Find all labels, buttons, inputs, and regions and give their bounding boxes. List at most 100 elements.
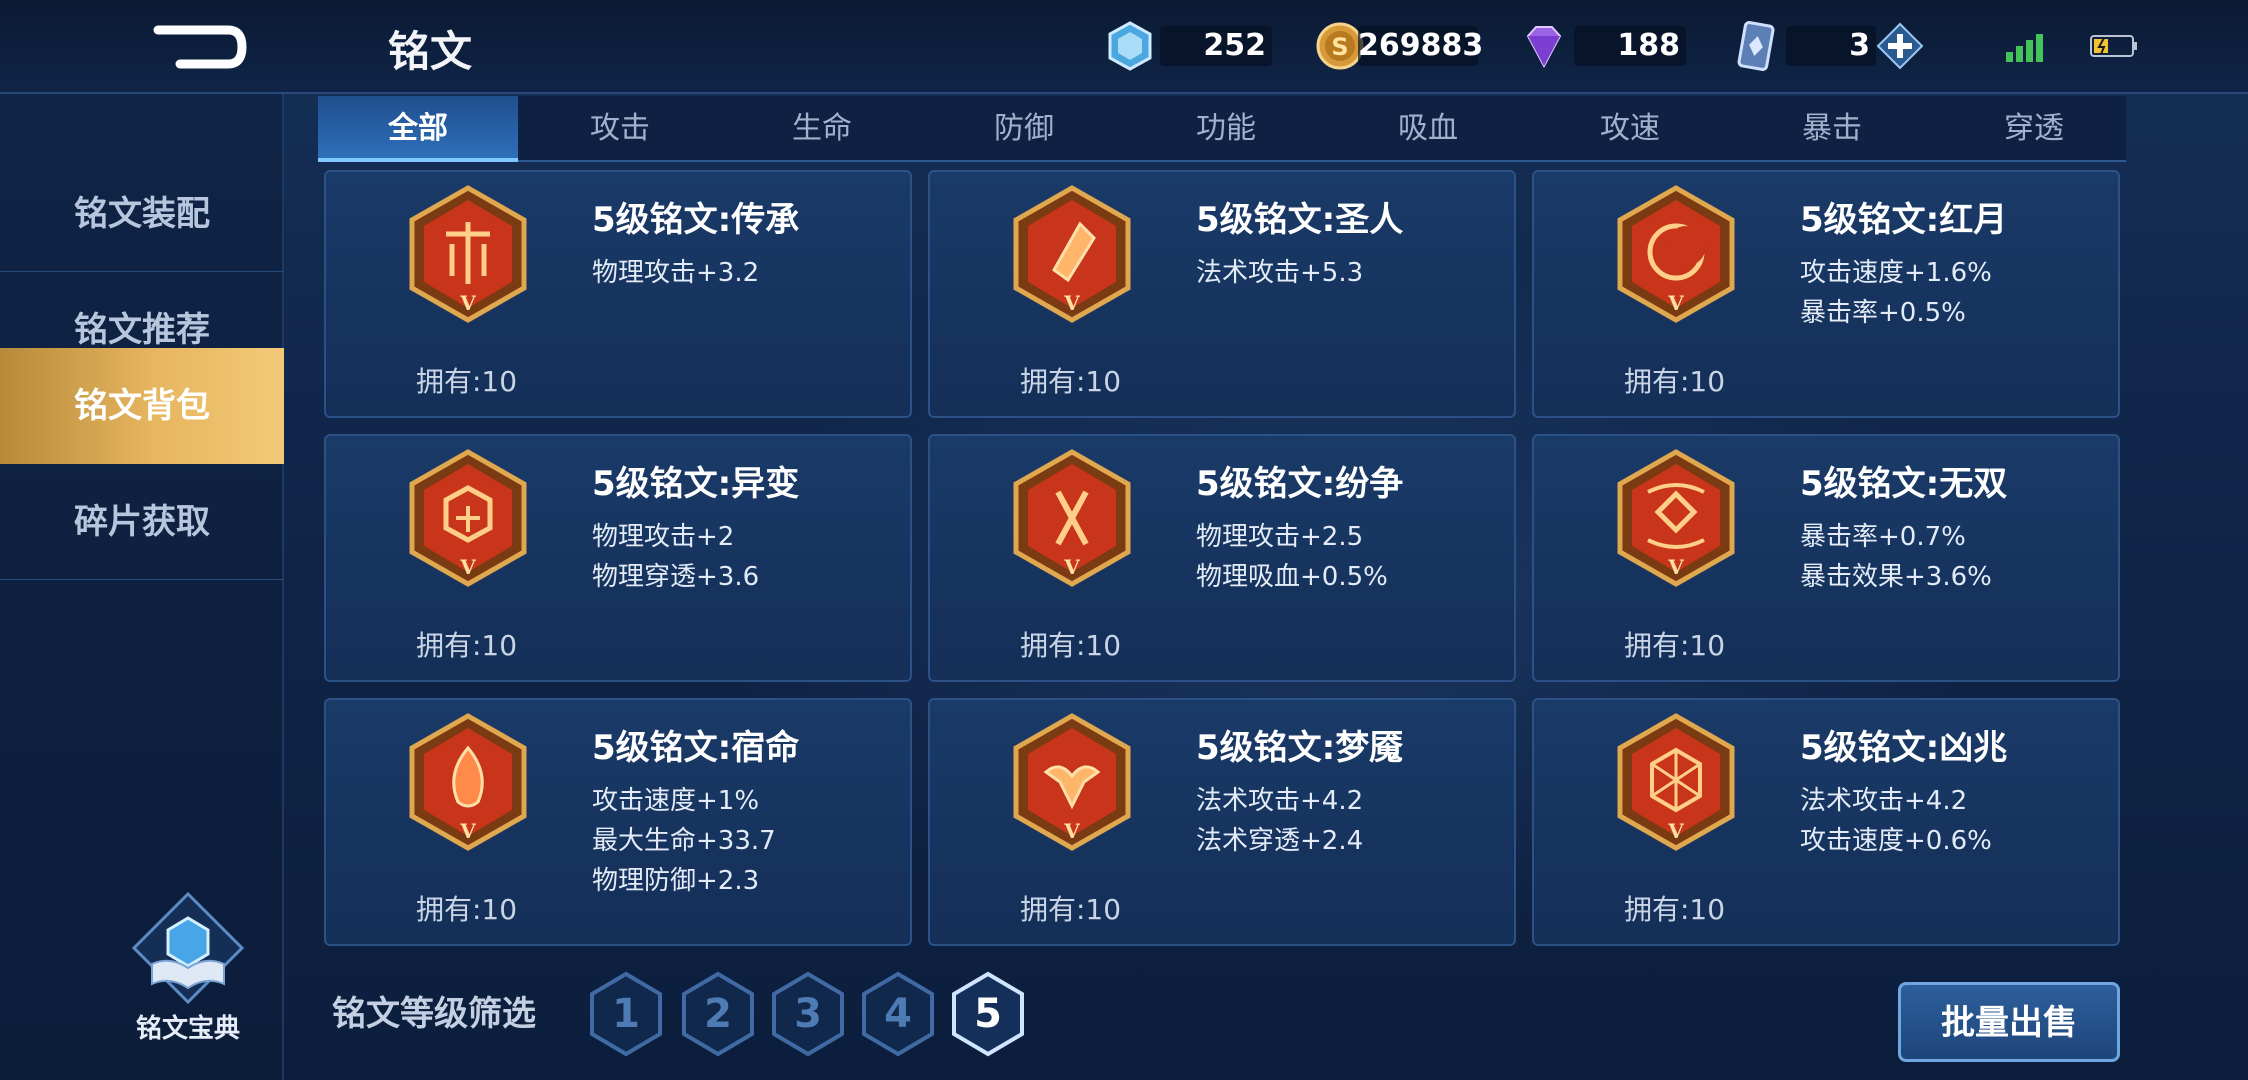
codex-button[interactable]: 铭文宝典 <box>118 890 258 1070</box>
rune-stat: 物理防御+2.3 <box>592 866 760 896</box>
owned-count: 拥有:10 <box>1624 365 1726 398</box>
signal-icon <box>2006 34 2043 62</box>
rune-emblem-icon: V <box>1013 713 1131 851</box>
crystal-count: 252 <box>1160 26 1272 66</box>
rune-name: 5级铭文:纷争 <box>1196 464 1404 504</box>
owned-count: 拥有:10 <box>416 893 518 926</box>
back-arrow-icon[interactable] <box>150 20 250 74</box>
rune-stat: 法术攻击+4.2 <box>1800 786 1968 816</box>
rune-card[interactable]: V 5级铭文:异变 物理攻击+2 物理穿透+3.6 拥有:10 <box>324 434 912 682</box>
rune-stat: 物理穿透+3.6 <box>592 562 760 592</box>
rune-emblem-icon: V <box>409 449 527 587</box>
rune-stat: 法术攻击+4.2 <box>1196 786 1364 816</box>
gold-count: 269883 <box>1358 26 1483 66</box>
card-ticket-icon <box>1737 21 1775 71</box>
ticket-count: 3 <box>1786 26 1876 66</box>
svg-text:S: S <box>1331 33 1348 61</box>
codex-label: 铭文宝典 <box>135 1014 240 1044</box>
level-numeral: V <box>1667 291 1684 315</box>
level-filter-5[interactable]: 5 <box>948 970 1028 1058</box>
rune-stat: 暴击率+0.5% <box>1800 298 1966 328</box>
page-title: 铭文 <box>388 27 473 76</box>
rune-stat: 暴击率+0.7% <box>1800 522 1966 552</box>
rune-name: 5级铭文:红月 <box>1800 200 2008 240</box>
rune-stat: 物理攻击+2 <box>592 522 735 552</box>
rune-card[interactable]: V 5级铭文:宿命 攻击速度+1% 最大生命+33.7 物理防御+2.3 拥有:… <box>324 698 912 946</box>
level-filter-2[interactable]: 2 <box>678 970 758 1058</box>
sidebar-item-equip[interactable]: 铭文装配 <box>0 156 284 272</box>
level-numeral: V <box>1667 555 1684 579</box>
rune-stat: 物理吸血+0.5% <box>1196 562 1388 592</box>
plus-icon[interactable] <box>1876 22 1924 70</box>
level-numeral: V <box>1063 819 1080 843</box>
tab-all[interactable]: 全部 <box>318 96 518 162</box>
rune-card[interactable]: V 5级铭文:梦魇 法术攻击+4.2 法术穿透+2.4 拥有:10 <box>928 698 1516 946</box>
currency-crystal: 252 <box>1104 20 1272 72</box>
rune-emblem-icon: V <box>409 713 527 851</box>
rune-card[interactable]: V 5级铭文:无双 暴击率+0.7% 暴击效果+3.6% 拥有:10 <box>1532 434 2120 682</box>
sidebar-item-fragments[interactable]: 碎片获取 <box>0 464 284 580</box>
crystal-icon <box>1108 21 1152 71</box>
level-filter-1[interactable]: 1 <box>586 970 666 1058</box>
rune-name: 5级铭文:异变 <box>592 464 800 504</box>
tab-lifesteal[interactable]: 吸血 <box>1328 96 1528 162</box>
level-numeral: V <box>1667 819 1684 843</box>
rune-emblem-icon: V <box>1013 449 1131 587</box>
category-tabs: 全部 攻击 生命 防御 功能 吸血 攻速 暴击 穿透 <box>318 96 2126 162</box>
owned-count: 拥有:10 <box>1020 629 1122 662</box>
top-bar: 铭文 252 S 269883 188 3 <box>0 0 2248 94</box>
rune-emblem-icon: V <box>1617 449 1735 587</box>
rune-stat: 攻击速度+0.6% <box>1800 826 1992 856</box>
rune-stat: 最大生命+33.7 <box>592 826 776 856</box>
rune-stat: 攻击速度+1.6% <box>1800 258 1992 288</box>
rune-card[interactable]: V 5级铭文:圣人 法术攻击+5.3 拥有:10 <box>928 170 1516 418</box>
rune-name: 5级铭文:圣人 <box>1196 200 1404 240</box>
owned-count: 拥有:10 <box>416 629 518 662</box>
rune-stat: 法术攻击+5.3 <box>1196 258 1364 288</box>
tab-attack-speed[interactable]: 攻速 <box>1530 96 1730 162</box>
tab-attack[interactable]: 攻击 <box>520 96 720 162</box>
rune-name: 5级铭文:凶兆 <box>1800 728 2008 768</box>
rune-name: 5级铭文:梦魇 <box>1196 728 1404 768</box>
rune-emblem-icon: V <box>1617 713 1735 851</box>
owned-count: 拥有:10 <box>1624 893 1726 926</box>
rune-card[interactable]: V 5级铭文:红月 攻击速度+1.6% 暴击率+0.5% 拥有:10 <box>1532 170 2120 418</box>
level-numeral: V <box>459 819 476 843</box>
currency-diamond: 188 <box>1518 20 1686 72</box>
rune-stat: 法术穿透+2.4 <box>1196 826 1364 856</box>
diamond-icon <box>1526 26 1562 69</box>
owned-count: 拥有:10 <box>416 365 518 398</box>
rune-stat: 物理攻击+3.2 <box>592 258 760 288</box>
level-number: 1 <box>612 991 640 1037</box>
tab-health[interactable]: 生命 <box>722 96 922 162</box>
level-number: 5 <box>974 991 1002 1037</box>
level-numeral: V <box>459 291 476 315</box>
owned-count: 拥有:10 <box>1020 893 1122 926</box>
tab-defense[interactable]: 防御 <box>924 96 1124 162</box>
currency-gold: S 269883 <box>1314 20 1483 72</box>
rune-card[interactable]: V 5级铭文:传承 物理攻击+3.2 拥有:10 <box>324 170 912 418</box>
tab-penetration[interactable]: 穿透 <box>1934 96 2134 162</box>
bulk-sell-button[interactable]: 批量出售 <box>1898 982 2120 1062</box>
level-filter-3[interactable]: 3 <box>768 970 848 1058</box>
rune-emblem-icon: V <box>1013 185 1131 323</box>
rune-stat: 攻击速度+1% <box>592 786 760 816</box>
diamond-count: 188 <box>1574 26 1686 66</box>
level-numeral: V <box>1063 555 1080 579</box>
rune-card[interactable]: V 5级铭文:凶兆 法术攻击+4.2 攻击速度+0.6% 拥有:10 <box>1532 698 2120 946</box>
level-numeral: V <box>459 555 476 579</box>
tab-utility[interactable]: 功能 <box>1126 96 1326 162</box>
level-numeral: V <box>1063 291 1080 315</box>
rune-card[interactable]: V 5级铭文:纷争 物理攻击+2.5 物理吸血+0.5% 拥有:10 <box>928 434 1516 682</box>
level-number: 2 <box>704 991 732 1037</box>
level-number: 3 <box>794 991 822 1037</box>
battery-icon <box>2090 35 2137 57</box>
level-filter-label: 铭文等级筛选 <box>332 994 536 1034</box>
rune-name: 5级铭文:无双 <box>1800 464 2008 504</box>
currency-ticket: 3 <box>1730 20 1924 72</box>
level-number: 4 <box>884 991 912 1037</box>
level-filter-4[interactable]: 4 <box>858 970 938 1058</box>
sidebar-item-bag[interactable]: 铭文背包 <box>0 348 284 464</box>
tab-crit[interactable]: 暴击 <box>1732 96 1932 162</box>
owned-count: 拥有:10 <box>1020 365 1122 398</box>
